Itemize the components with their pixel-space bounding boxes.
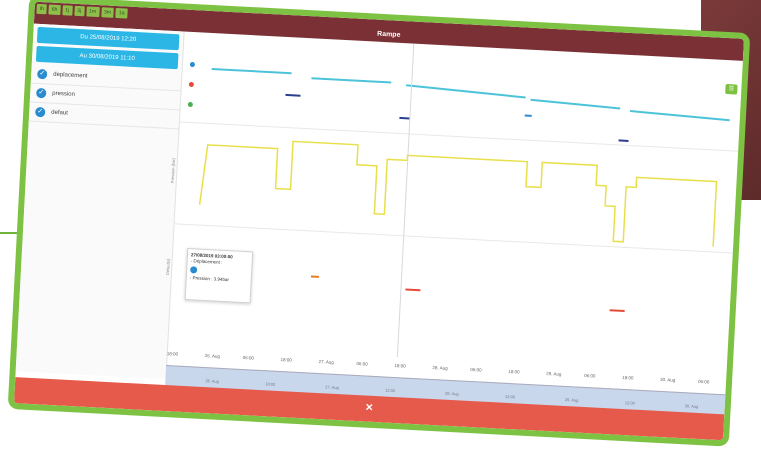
check-icon[interactable]: ✓ — [34, 106, 46, 118]
x-tick: 06:00 — [242, 355, 255, 361]
chart-area: ☰ Pression (bar) Defaut(s) — [164, 31, 743, 409]
nav-tick: 18:00 — [265, 381, 276, 387]
movement-segment — [211, 68, 292, 75]
x-tick: 27. Aug — [318, 359, 334, 365]
check-icon[interactable]: ✓ — [35, 87, 47, 99]
x-tick: 06:00 — [356, 361, 368, 367]
nav-tick: 29. Aug — [564, 396, 579, 403]
movement-segment — [530, 98, 621, 110]
tablet-frame: Ih 6h 1j 3j 1m 3m 1a Rampe Du 25/08/2019… — [7, 0, 751, 447]
x-tick: 06:00 — [470, 366, 482, 373]
nav-tick: 28. Aug — [444, 390, 459, 397]
sidebar: Du 25/08/2019 12:20 Au 30/08/2019 11:10 … — [15, 23, 185, 380]
nav-tick: 27. Aug — [325, 384, 339, 391]
default-marker — [609, 309, 625, 312]
tooltip-line2: - Pression : 3.94bar — [189, 275, 230, 283]
checkbox-label: pression — [52, 90, 76, 98]
x-tick: 30. Aug — [659, 376, 676, 383]
check-icon[interactable]: ✓ — [36, 68, 48, 80]
default-marker — [405, 288, 421, 292]
movement-marker — [399, 116, 410, 120]
x-tick: 28. Aug — [432, 364, 448, 371]
x-tick: 18:00 — [166, 351, 179, 357]
nav-tick: 30. Aug — [684, 403, 699, 409]
go-legend-icon — [187, 101, 193, 108]
x-tick: 18:00 — [622, 374, 634, 381]
x-tick: 18:00 — [280, 357, 292, 363]
nav-tick: 12:00 — [504, 393, 516, 400]
nav-tick: 12:00 — [624, 400, 635, 406]
checkbox-label: defaut — [51, 109, 69, 117]
movement-segment — [311, 77, 392, 84]
x-tick: 18:00 — [508, 368, 520, 375]
x-tick: 06:00 — [697, 378, 710, 385]
movement-legend-icon — [189, 61, 196, 68]
default-axis-label: Defaut(s) — [164, 258, 171, 276]
tablet-frame-wrapper: Ih 6h 1j 3j 1m 3m 1a Rampe Du 25/08/2019… — [7, 0, 751, 447]
nav-tick: 26. Aug — [205, 378, 220, 384]
movement-marker — [618, 139, 629, 142]
movement-marker — [285, 93, 301, 97]
data-tooltip: 27/08/2019 03:00:00 - Déplacement : - Pr… — [184, 248, 254, 304]
x-tick: 18:00 — [394, 363, 406, 369]
app-screen: Ih 6h 1j 3j 1m 3m 1a Rampe Du 25/08/2019… — [13, 1, 745, 441]
x-tick: 06:00 — [584, 372, 596, 379]
checkbox-label: deplacement — [53, 71, 88, 80]
movement-segment — [630, 109, 730, 122]
movement-icon — [190, 266, 198, 274]
nav-tick: 12:00 — [385, 387, 396, 394]
pressure-axis-label: Pression (bar) — [169, 157, 177, 184]
close-icon[interactable]: ✕ — [365, 403, 374, 414]
movement-segment — [406, 84, 526, 99]
x-tick: 26. Aug — [204, 353, 221, 359]
x-tick: 29. Aug — [546, 370, 562, 377]
stop-legend-icon — [188, 81, 195, 88]
